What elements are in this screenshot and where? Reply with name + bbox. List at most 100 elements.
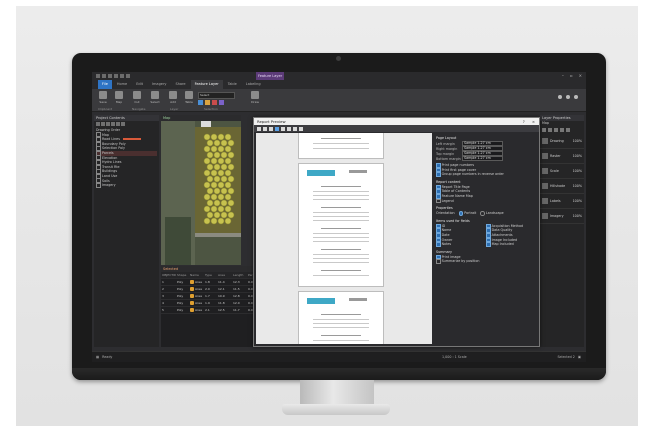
help-button[interactable]: ? — [523, 118, 525, 125]
map-view[interactable]: Map — [161, 115, 241, 265]
layer-tree: Drawing Order Map Road Lines Boundary Po… — [94, 127, 159, 189]
pan-icon[interactable] — [205, 100, 210, 105]
portrait-radio[interactable] — [458, 211, 464, 216]
cut-button[interactable]: Cut — [130, 91, 144, 108]
select-button[interactable]: Select — [148, 91, 162, 108]
report-preview-area[interactable] — [256, 133, 432, 344]
selection-dropdown[interactable]: Select — [198, 92, 235, 99]
list-by-selection-icon[interactable] — [106, 122, 110, 126]
zoom-icon[interactable] — [269, 126, 273, 131]
filter-icon[interactable] — [542, 127, 546, 132]
list-by-snapping-icon[interactable] — [116, 122, 120, 126]
layer-row[interactable]: Raster 100% — [540, 149, 584, 164]
map-button[interactable]: Map — [112, 91, 126, 108]
save-icon[interactable] — [114, 74, 118, 78]
export-icon[interactable] — [263, 126, 267, 131]
list-by-source-icon[interactable] — [101, 122, 105, 126]
options-icon[interactable] — [566, 127, 570, 132]
tab-edit[interactable]: Edit — [132, 80, 147, 89]
print-icon[interactable] — [257, 126, 261, 131]
refresh-icon[interactable] — [560, 127, 564, 132]
bottom-margin-field[interactable]: Sample 1.27 cm — [462, 155, 503, 162]
undo-icon[interactable] — [120, 74, 124, 78]
column-header[interactable]: Area — [217, 272, 232, 278]
legend-checkbox[interactable]: Legend — [436, 198, 536, 204]
column-header[interactable]: Shape — [176, 272, 189, 278]
field-checkbox[interactable]: Map Included — [486, 242, 536, 247]
summarize-checkbox[interactable]: Summarize by position — [436, 259, 536, 264]
column-header[interactable]: Length — [232, 272, 247, 278]
contents-pane: Project Contents Drawing Order Map Road … — [94, 115, 159, 347]
previous-page-icon[interactable] — [287, 126, 291, 131]
scale-readout[interactable]: 1,000 : 1 Scale — [442, 355, 467, 359]
report-page — [298, 163, 384, 287]
layer-thumbnail — [542, 167, 548, 174]
zoom-icon[interactable] — [198, 100, 203, 105]
last-page-icon[interactable] — [299, 126, 303, 131]
grid-icon[interactable]: ▦ — [96, 355, 99, 359]
layer-row[interactable]: Hillshade 100% — [540, 179, 584, 194]
attributes-icon[interactable] — [219, 100, 224, 105]
record-icon — [190, 301, 194, 305]
close-icon[interactable]: × — [579, 73, 582, 78]
tab-home[interactable]: Home — [113, 80, 131, 89]
account-icon[interactable] — [574, 95, 578, 99]
first-page-icon[interactable] — [281, 126, 285, 131]
layer-row[interactable]: Drawing 100% — [540, 134, 584, 149]
layer-row[interactable]: Imagery 100% — [540, 209, 584, 224]
project-icon[interactable] — [96, 74, 100, 78]
group-label-navigate: Navigate — [132, 107, 146, 111]
column-header[interactable]: Name — [189, 272, 204, 278]
tab-share[interactable]: Share — [171, 80, 189, 89]
maximize-icon[interactable]: ▫ — [570, 73, 573, 78]
record-icon — [190, 294, 194, 298]
add-data-icon — [169, 91, 177, 99]
bottom-margin-row: Bottom margin Sample 1.27 cm — [436, 155, 536, 162]
group-label-selection: Selection — [204, 107, 218, 111]
table-icon — [185, 91, 193, 99]
field-checkbox[interactable]: Notes — [436, 242, 486, 247]
redo-icon[interactable] — [126, 74, 130, 78]
layer-symbol — [122, 138, 141, 141]
landscape-radio[interactable] — [480, 211, 485, 216]
tab-table[interactable]: Table — [224, 80, 241, 89]
close-button[interactable]: × — [532, 118, 535, 125]
list-by-editing-icon[interactable] — [111, 122, 115, 126]
report-page — [298, 291, 384, 344]
help-icon[interactable] — [558, 95, 562, 99]
column-header[interactable]: OBJECTID — [161, 272, 176, 278]
table-button[interactable]: Table — [182, 91, 196, 108]
column-header[interactable]: Type — [204, 272, 217, 278]
select-icon — [151, 91, 159, 99]
clear-icon[interactable] — [212, 100, 217, 105]
add-button[interactable]: Add — [166, 91, 180, 108]
monitor-stand-base — [282, 404, 390, 415]
quick-access-toolbar — [96, 74, 130, 78]
layer-thumbnail — [542, 137, 548, 144]
single-page-icon[interactable] — [275, 126, 279, 131]
draw-button[interactable]: Draw — [248, 91, 262, 108]
tab-feature-layer[interactable]: Feature Layer — [190, 80, 223, 89]
list-by-drawing-order-icon[interactable] — [96, 122, 100, 126]
ribbon-tabs: File Home Edit Imagery Share Feature Lay… — [92, 80, 586, 89]
tree-item-imagery[interactable]: Imagery — [96, 182, 157, 188]
tab-labeling[interactable]: Labeling — [242, 80, 265, 89]
open-icon[interactable] — [108, 74, 112, 78]
reverse-order-checkbox[interactable]: Group page numbers in reverse order — [436, 172, 536, 177]
save-button[interactable]: Save — [96, 91, 110, 108]
visibility-icon[interactable] — [554, 127, 558, 132]
sort-icon[interactable] — [548, 127, 552, 132]
tab-file[interactable]: File — [98, 80, 112, 89]
layer-row[interactable]: Scale 100% — [540, 164, 584, 179]
layer-row[interactable]: Labels 100% — [540, 194, 584, 209]
minimize-icon[interactable]: – — [562, 73, 564, 78]
layout-icon[interactable]: ▣ — [578, 355, 581, 359]
list-by-labeling-icon[interactable] — [121, 122, 125, 126]
new-icon[interactable] — [102, 74, 106, 78]
ribbon: Save Map Cut Select Add Table Select Dra… — [92, 89, 586, 112]
checkbox[interactable] — [96, 182, 101, 188]
ribbon-icon-row — [198, 100, 224, 105]
notifications-icon[interactable] — [566, 95, 570, 99]
tab-imagery[interactable]: Imagery — [148, 80, 170, 89]
next-page-icon[interactable] — [293, 126, 297, 131]
